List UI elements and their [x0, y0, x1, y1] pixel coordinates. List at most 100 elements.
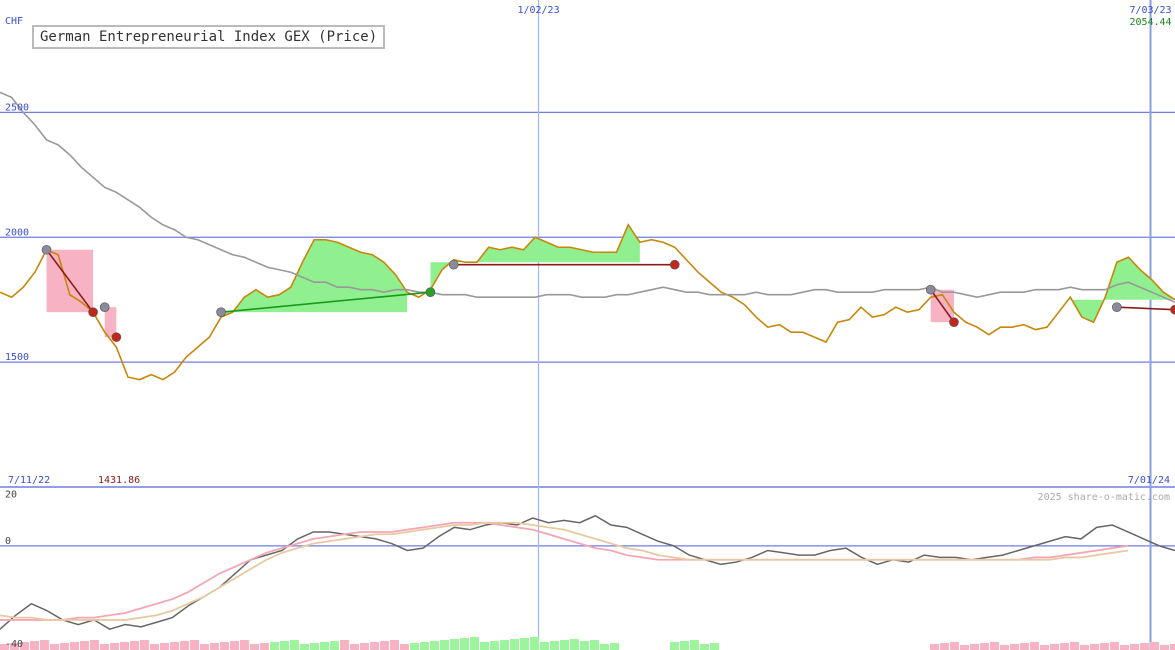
volume-bar	[1080, 645, 1089, 650]
volume-bar	[320, 642, 329, 650]
entry-marker	[448, 259, 459, 270]
volume-bar	[1000, 645, 1009, 650]
trade-fill-2	[430, 224, 640, 290]
volume-bar	[150, 644, 159, 650]
chart-stage: CHF2500200015001/02/237/03/231/01/242054…	[0, 0, 1175, 650]
volume-bar	[1050, 644, 1059, 650]
volume-bar	[580, 641, 589, 650]
volume-bar	[1070, 642, 1079, 650]
volume-bar	[260, 643, 269, 650]
indicator-series-line-0	[0, 514, 1175, 630]
volume-bar	[530, 637, 539, 650]
volume-bar	[340, 640, 349, 650]
volume-bar	[60, 643, 69, 650]
volume-bar	[680, 641, 689, 650]
y-tick-label-2000: 2000	[5, 227, 29, 238]
volume-bar	[990, 642, 999, 650]
currency-label: CHF	[5, 16, 23, 27]
min-value-label: 1431.86	[98, 475, 140, 486]
volume-bar	[470, 637, 479, 650]
entry-marker	[1112, 302, 1122, 312]
volume-bar	[500, 640, 509, 650]
volume-bar	[30, 641, 39, 650]
entry-marker	[41, 244, 52, 255]
indicator-series-line-2	[0, 521, 1129, 621]
volume-bar	[390, 640, 399, 650]
volume-bar	[180, 641, 189, 650]
volume-bar	[360, 643, 369, 650]
x-tick-label-7/03/23: 7/03/23	[1129, 5, 1171, 16]
volume-bar	[230, 641, 239, 650]
start-date-label: 7/11/22	[8, 475, 50, 486]
exit-marker	[425, 287, 436, 298]
max-value-label: 2054.44	[1129, 17, 1171, 28]
volume-bar	[960, 645, 969, 650]
volume-bar	[460, 638, 469, 650]
volume-bar	[610, 643, 619, 650]
volume-bar	[410, 643, 419, 650]
exit-marker	[949, 317, 959, 327]
y-tick-label-1500: 1500	[5, 352, 29, 363]
volume-bar	[420, 642, 429, 650]
exit-marker	[1170, 304, 1175, 315]
volume-bar	[1020, 643, 1029, 650]
volume-bar	[110, 643, 119, 650]
volume-bar	[440, 640, 449, 650]
volume-bar	[330, 641, 339, 650]
volume-bar	[490, 641, 499, 650]
volume-bar	[980, 643, 989, 650]
end-date-label: 7/01/24	[1128, 475, 1170, 486]
volume-bar	[310, 643, 319, 650]
volume-bar	[280, 641, 289, 650]
indicator-y-tick-0: 0	[5, 536, 11, 547]
volume-bar	[170, 642, 179, 650]
volume-bar	[450, 639, 459, 650]
volume-bar	[90, 640, 99, 650]
volume-bar	[520, 638, 529, 650]
volume-bar	[700, 644, 709, 650]
volume-bar	[670, 642, 679, 650]
volume-bar	[370, 642, 379, 650]
indicator-y-tick--40: -40	[5, 639, 23, 650]
volume-bar	[1110, 642, 1119, 650]
volume-bar	[940, 643, 949, 650]
watermark-label: 2025 share-o-matic.com	[1038, 492, 1170, 503]
volume-bar	[1040, 645, 1049, 650]
volume-bar	[1150, 642, 1159, 650]
main-series-line-0	[0, 223, 1175, 381]
entry-marker	[925, 284, 936, 295]
indicator-y-tick-20: 20	[5, 490, 17, 501]
volume-bar	[80, 641, 89, 650]
volume-bar	[40, 640, 49, 650]
volume-bar	[600, 644, 609, 650]
volume-bar	[140, 640, 149, 650]
y-tick-label-2500: 2500	[5, 102, 29, 113]
chart-svg: CHF2500200015001/02/237/03/231/01/242054…	[0, 0, 1175, 650]
trade-fill-1	[221, 239, 408, 318]
volume-bar	[100, 644, 109, 650]
volume-bar	[120, 642, 129, 650]
volume-bar	[560, 640, 569, 650]
volume-bar	[240, 640, 249, 650]
volume-bar	[950, 642, 959, 650]
volume-bar	[1170, 644, 1175, 650]
exit-marker	[88, 307, 98, 317]
indicator-series-line-1	[0, 521, 1129, 621]
volume-bar	[540, 642, 549, 650]
volume-bar	[380, 641, 389, 650]
exit-marker	[669, 259, 680, 270]
volume-bar	[1120, 645, 1129, 650]
volume-bar	[1130, 644, 1139, 650]
volume-bar	[210, 643, 219, 650]
volume-bar	[350, 644, 359, 650]
volume-bar	[300, 644, 309, 650]
entry-marker	[99, 302, 110, 312]
volume-bar	[550, 641, 559, 650]
volume-bar	[1140, 643, 1149, 650]
volume-bar	[1010, 644, 1019, 650]
volume-bar	[270, 642, 279, 650]
volume-bar	[50, 644, 59, 650]
volume-bar	[1030, 642, 1039, 650]
volume-bar	[590, 640, 599, 650]
volume-bar	[1100, 643, 1109, 650]
